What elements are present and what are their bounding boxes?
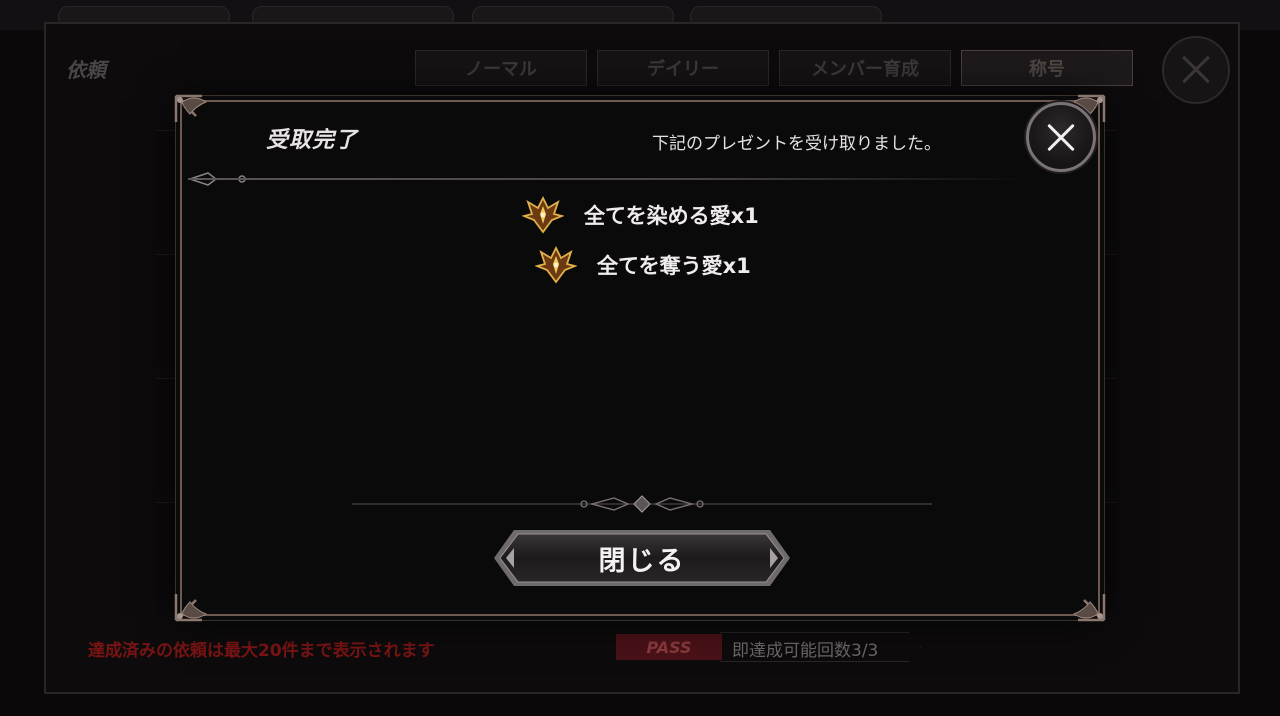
- dialog-message: 下記のプレゼントを受け取りました。: [652, 134, 941, 154]
- corner-ornament: [172, 92, 228, 148]
- reward-item: 全てを染める愛x1: [522, 196, 759, 234]
- corner-ornament: [1052, 568, 1108, 624]
- tab-member-training[interactable]: メンバー育成: [779, 50, 951, 86]
- reward-received-dialog: 受取完了 下記のプレゼントを受け取りました。 全てを染める愛x1 全てを奪う愛x…: [174, 94, 1106, 622]
- tab-normal[interactable]: ノーマル: [415, 50, 587, 86]
- tab-title[interactable]: 称号: [961, 50, 1133, 86]
- tab-daily[interactable]: デイリー: [597, 50, 769, 86]
- crest-icon: [522, 196, 564, 234]
- pass-badge: PASS: [616, 634, 722, 660]
- reward-item: 全てを奪う愛x1: [535, 246, 751, 284]
- close-button[interactable]: [1026, 102, 1096, 172]
- reward-label: 全てを染める愛x1: [584, 204, 759, 228]
- corner-ornament: [172, 568, 228, 624]
- page-title: 依頼: [66, 58, 106, 82]
- reward-label: 全てを奪う愛x1: [597, 254, 751, 278]
- bottom-divider: [352, 495, 932, 513]
- close-dialog-button[interactable]: 閉じる: [492, 528, 792, 588]
- title-divider: [188, 178, 1028, 180]
- request-tabs: ノーマル デイリー メンバー育成 称号: [415, 50, 1133, 86]
- dialog-title: 受取完了: [266, 128, 359, 153]
- close-icon[interactable]: [1162, 36, 1230, 104]
- completed-notice: 達成済みの依頼は最大20件まで表示されます: [88, 641, 435, 661]
- pass-count: 即達成可能回数3/3: [732, 641, 879, 661]
- crest-icon: [535, 246, 577, 284]
- close-dialog-label: 閉じる: [598, 545, 686, 577]
